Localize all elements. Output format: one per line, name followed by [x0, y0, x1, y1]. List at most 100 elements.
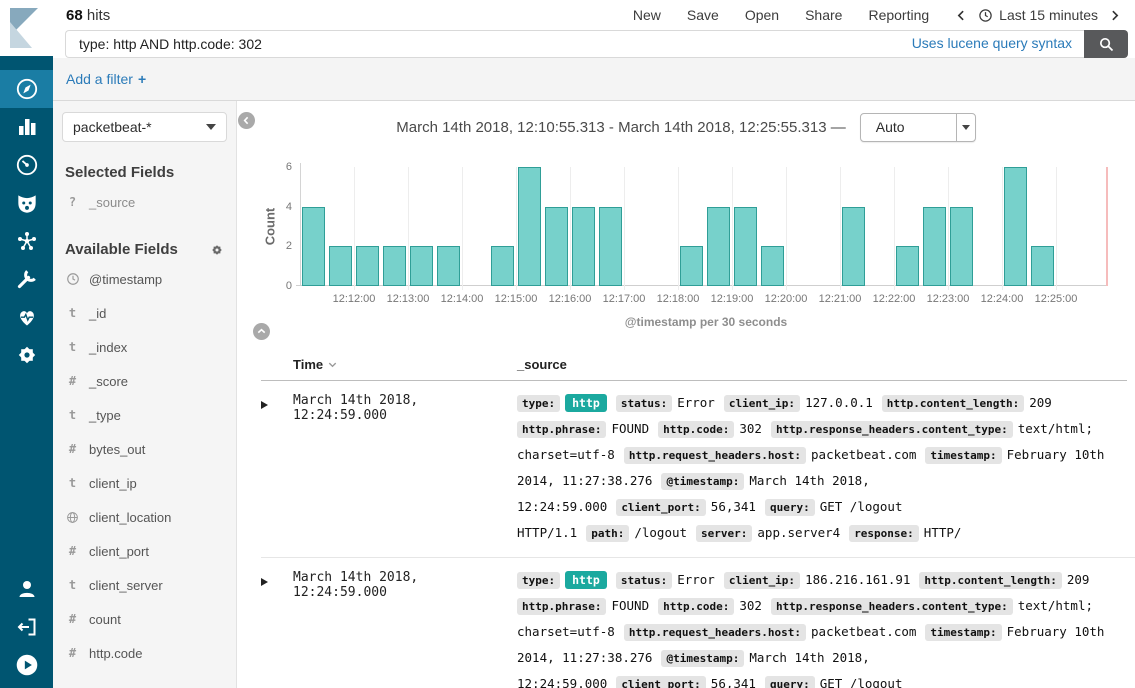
- field-type-icon: #: [65, 544, 80, 558]
- field-item-client_server[interactable]: tclient_server: [62, 568, 227, 602]
- index-pattern-select[interactable]: packetbeat-*: [62, 112, 227, 142]
- kibana-logo[interactable]: [0, 0, 53, 56]
- histogram-bar[interactable]: [680, 246, 703, 286]
- field-badge: client_port:: [616, 499, 705, 516]
- user-icon: [15, 577, 39, 601]
- histogram-bar[interactable]: [1031, 246, 1054, 286]
- histogram-bar[interactable]: [761, 246, 784, 286]
- histogram-bar[interactable]: [734, 207, 757, 286]
- histogram-bar[interactable]: [437, 246, 460, 286]
- x-tick-label: 12:24:00: [981, 293, 1024, 305]
- field-name: client_port: [89, 544, 149, 559]
- search-button[interactable]: [1084, 30, 1128, 58]
- menu-share-button[interactable]: Share: [805, 7, 842, 23]
- field-name: _id: [89, 306, 106, 321]
- menu-open-button[interactable]: Open: [745, 7, 779, 23]
- field-item-client_port[interactable]: # client_port: [62, 534, 227, 568]
- field-value: app.server4: [757, 525, 840, 540]
- available-fields-title: Available Fields: [65, 241, 178, 258]
- menu-new-button[interactable]: New: [633, 7, 661, 23]
- menu-reporting-button[interactable]: Reporting: [868, 7, 929, 23]
- column-header-time[interactable]: Time: [293, 357, 338, 372]
- nav-logout[interactable]: [0, 608, 53, 646]
- nav-discover[interactable]: [0, 70, 53, 108]
- field-item-http.code[interactable]: #http.code: [62, 636, 227, 670]
- field-item-_index[interactable]: t_index: [62, 330, 227, 364]
- nav-play[interactable]: [0, 646, 53, 684]
- nav-user[interactable]: [0, 570, 53, 608]
- lucene-syntax-link[interactable]: Uses lucene query syntax: [912, 35, 1072, 51]
- doc-source: type:httpstatus:Errorclient_ip:127.0.0.1…: [517, 390, 1127, 546]
- field-item-client_location[interactable]: client_location: [62, 500, 227, 534]
- nav-visualize[interactable]: [0, 108, 53, 146]
- time-forward-button[interactable]: [1108, 9, 1121, 22]
- histogram-bar[interactable]: [329, 246, 352, 286]
- gridline: [840, 167, 841, 290]
- nav-dashboard[interactable]: [0, 146, 53, 184]
- doc-source: type:httpstatus:Errorclient_ip:186.216.1…: [517, 567, 1127, 688]
- histogram-bar[interactable]: [356, 246, 379, 286]
- histogram-bar[interactable]: [383, 246, 406, 286]
- field-name: count: [89, 612, 121, 627]
- field-item-_type[interactable]: t_type: [62, 398, 227, 432]
- gridline: [732, 167, 733, 290]
- histogram-bar[interactable]: [950, 207, 973, 286]
- nav-graph[interactable]: [0, 222, 53, 260]
- histogram-bar[interactable]: [491, 246, 514, 286]
- nav-devtools[interactable]: [0, 260, 53, 298]
- field-settings-button[interactable]: [210, 243, 224, 257]
- histogram-bar[interactable]: [518, 167, 541, 286]
- x-tick-label: 12:15:00: [495, 293, 538, 305]
- index-pattern-label: packetbeat-*: [73, 119, 152, 135]
- field-item-bytes_out[interactable]: #bytes_out: [62, 432, 227, 466]
- add-filter-plus-icon[interactable]: +: [138, 71, 146, 87]
- field-badge: timestamp:: [925, 624, 1001, 641]
- histogram-bar[interactable]: [302, 207, 325, 286]
- visualize-icon: [15, 115, 39, 139]
- nav-timelion[interactable]: [0, 184, 53, 222]
- histogram-bar[interactable]: [842, 207, 865, 286]
- table-row: March 14th 2018, 12:24:59.000type:httpst…: [261, 558, 1135, 688]
- x-tick-label: 12:19:00: [711, 293, 754, 305]
- histogram-bar[interactable]: [1004, 167, 1027, 286]
- histogram-bar[interactable]: [572, 207, 595, 286]
- field-item-@timestamp[interactable]: @timestamp: [62, 262, 227, 296]
- collapse-chart-button[interactable]: [253, 323, 270, 340]
- chevron-left-icon: [955, 9, 968, 22]
- hits-number: 68: [66, 7, 83, 24]
- field-item-_score[interactable]: #_score: [62, 364, 227, 398]
- menu-save-button[interactable]: Save: [687, 7, 719, 23]
- field-item-count[interactable]: #count: [62, 602, 227, 636]
- gridline: [408, 167, 409, 290]
- field-name: client_ip: [89, 476, 137, 491]
- nav-management[interactable]: [0, 336, 53, 374]
- field-item-_id[interactable]: t_id: [62, 296, 227, 330]
- field-value: 302: [739, 598, 762, 613]
- interval-select[interactable]: Auto: [860, 113, 976, 142]
- nav-monitoring[interactable]: [0, 298, 53, 336]
- histogram-bar[interactable]: [545, 207, 568, 286]
- expand-doc-button[interactable]: [261, 390, 293, 546]
- x-tick-label: 12:18:00: [657, 293, 700, 305]
- expand-doc-button[interactable]: [261, 567, 293, 688]
- histogram-bar[interactable]: [599, 207, 622, 286]
- histogram-bar[interactable]: [896, 246, 919, 286]
- field-value: 186.216.161.91: [805, 572, 910, 587]
- field-value: Error: [677, 395, 715, 410]
- histogram-bar[interactable]: [707, 207, 730, 286]
- query-bar: Uses lucene query syntax: [65, 30, 1128, 58]
- field-name: _source: [89, 195, 135, 210]
- histogram-bar[interactable]: [410, 246, 433, 286]
- field-item-_source[interactable]: ?_source: [62, 185, 227, 219]
- time-range-label: Last 15 minutes: [999, 7, 1098, 23]
- time-range-button[interactable]: Last 15 minutes: [978, 7, 1098, 23]
- field-item-client_ip[interactable]: tclient_ip: [62, 466, 227, 500]
- field-name: client_server: [89, 578, 163, 593]
- time-back-button[interactable]: [955, 9, 968, 22]
- add-filter-button[interactable]: Add a filter: [66, 71, 133, 87]
- field-badge: response:: [849, 525, 919, 542]
- field-type-icon: t: [65, 408, 80, 422]
- devtools-icon: [15, 267, 39, 291]
- interval-caret-box: [956, 114, 975, 141]
- histogram-bar[interactable]: [923, 207, 946, 286]
